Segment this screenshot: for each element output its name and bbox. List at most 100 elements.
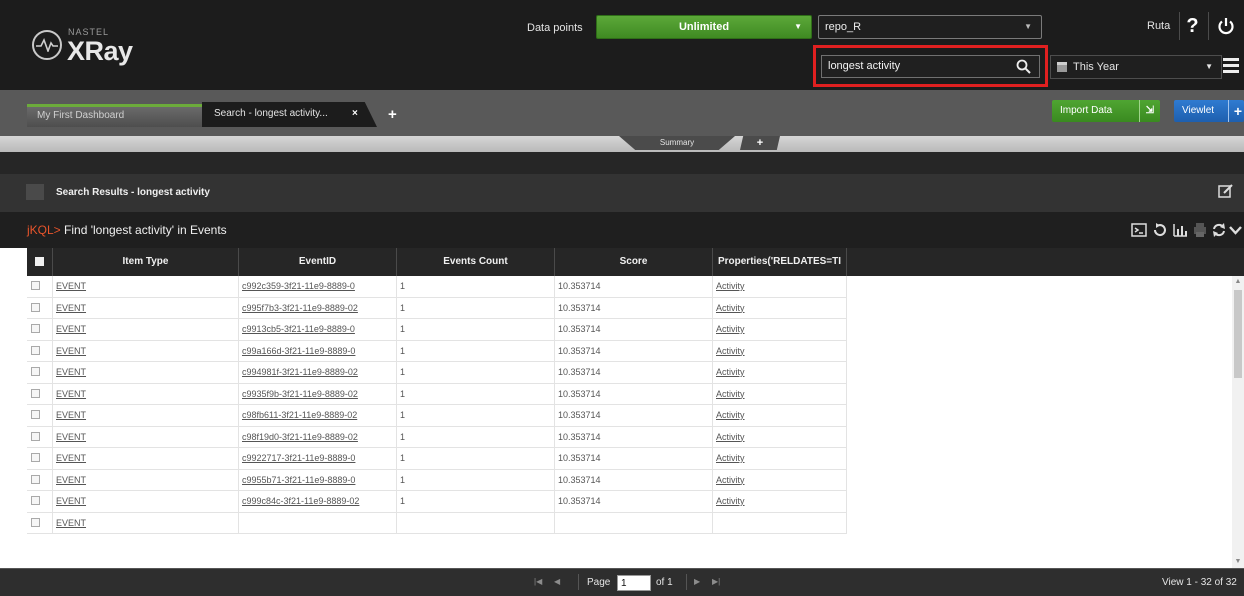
cell-event-id[interactable]: c9913cb5-3f21-11e9-8889-0 xyxy=(239,319,397,340)
search-input[interactable]: longest activity xyxy=(821,55,1040,78)
table-row[interactable]: EVENT c994981f-3f21-11e9-8889-02 1 10.35371… xyxy=(27,362,847,384)
cell-item-type[interactable]: EVENT xyxy=(53,276,239,297)
cell-properties[interactable]: Activity xyxy=(713,362,847,383)
help-button[interactable]: ? xyxy=(1179,12,1205,40)
sync-icon[interactable] xyxy=(1211,222,1227,238)
cell-item-type[interactable]: EVENT xyxy=(53,362,239,383)
cell-item-type[interactable]: EVENT xyxy=(53,383,239,405)
cell-item-type[interactable]: EVENT xyxy=(53,405,239,426)
cell-event-id[interactable]: c995f7b3-3f21-11e9-8889-02 xyxy=(239,297,397,319)
vertical-scrollbar[interactable]: ▲ ▼ xyxy=(1232,276,1244,568)
import-data-button[interactable]: Import Data ⇲ xyxy=(1052,100,1160,122)
row-checkbox[interactable] xyxy=(31,302,40,312)
table-row[interactable]: EVENT c98fb611-3f21-11e9-8889-02 1 10.35371… xyxy=(27,405,847,427)
row-checkbox[interactable] xyxy=(31,388,40,398)
cell-event-id[interactable]: c9935f9b-3f21-11e9-8889-02 xyxy=(239,383,397,405)
table-row[interactable]: EVENT c9935f9b-3f21-11e9-8889-02 1 10.35371… xyxy=(27,383,847,405)
viewlet-button[interactable]: Viewlet + xyxy=(1174,100,1244,122)
panel-handle-icon[interactable] xyxy=(26,184,44,200)
cell-properties[interactable]: Activity xyxy=(713,319,847,340)
table-row[interactable]: EVENT c995f7b3-3f21-11e9-8889-02 1 10.35371… xyxy=(27,297,847,319)
scroll-down-icon[interactable]: ▼ xyxy=(1234,558,1242,566)
cell-item-type[interactable]: EVENT xyxy=(53,469,239,491)
row-checkbox[interactable] xyxy=(31,517,40,527)
row-checkbox[interactable] xyxy=(31,410,40,419)
cell-properties[interactable] xyxy=(713,512,847,534)
cell-properties[interactable]: Activity xyxy=(713,405,847,426)
cell-event-id[interactable]: c98fb611-3f21-11e9-8889-02 xyxy=(239,405,397,426)
column-header-item-type[interactable]: Item Type xyxy=(53,248,239,276)
page-number-input[interactable] xyxy=(617,575,651,591)
column-header-score[interactable]: Score xyxy=(555,248,713,276)
table-row[interactable]: EVENT c992c359-3f21-11e9-8889-0 1 10.353714… xyxy=(27,276,847,298)
cell-item-type[interactable]: EVENT xyxy=(53,491,239,512)
print-icon[interactable] xyxy=(1192,222,1208,238)
row-checkbox[interactable] xyxy=(31,367,40,376)
row-checkbox[interactable] xyxy=(31,431,40,441)
cell-item-type[interactable]: EVENT xyxy=(53,297,239,319)
cell-properties[interactable]: Activity xyxy=(713,491,847,512)
row-checkbox[interactable] xyxy=(31,324,40,333)
chart-icon[interactable] xyxy=(1172,222,1188,238)
cell-properties[interactable]: Activity xyxy=(713,297,847,319)
search-icon[interactable] xyxy=(1016,59,1031,74)
table-row[interactable]: EVENT c9922717-3f21-11e9-8889-0 1 10.353714… xyxy=(27,448,847,470)
menu-icon[interactable] xyxy=(1223,58,1239,76)
row-checkbox[interactable] xyxy=(31,474,40,484)
summary-tab[interactable]: Summary xyxy=(619,136,735,150)
column-header-events-count[interactable]: Events Count xyxy=(397,248,555,276)
cell-properties[interactable]: Activity xyxy=(713,426,847,448)
cell-event-id[interactable]: c999c84c-3f21-11e9-8889-02 xyxy=(239,491,397,512)
add-summary-button[interactable]: + xyxy=(740,136,780,150)
table-row[interactable]: EVENT c999c84c-3f21-11e9-8889-02 1 10.35371… xyxy=(27,491,847,513)
scroll-up-icon[interactable]: ▲ xyxy=(1234,278,1242,286)
prev-page-icon[interactable]: ◀ xyxy=(554,577,560,586)
row-checkbox[interactable] xyxy=(31,496,40,505)
chevron-down-icon[interactable] xyxy=(1229,224,1242,236)
table-row[interactable]: EVENT c98f19d0-3f21-11e9-8889-02 1 10.35371… xyxy=(27,426,847,448)
cell-event-id[interactable]: c9955b71-3f21-11e9-8889-0 xyxy=(239,469,397,491)
tab-my-first-dashboard[interactable]: My First Dashboard xyxy=(27,104,202,127)
cell-event-id[interactable]: c98f19d0-3f21-11e9-8889-02 xyxy=(239,426,397,448)
cell-event-id[interactable] xyxy=(239,512,397,534)
cell-item-type[interactable]: EVENT xyxy=(53,512,239,534)
next-page-icon[interactable]: ▶ xyxy=(694,577,700,586)
last-page-icon[interactable]: ▶| xyxy=(712,577,720,586)
cell-properties[interactable]: Activity xyxy=(713,469,847,491)
date-range-select[interactable]: This Year ▼ xyxy=(1050,55,1222,79)
data-points-select[interactable]: Unlimited ▼ xyxy=(596,15,812,39)
table-row[interactable]: EVENT c9955b71-3f21-11e9-8889-0 1 10.353714… xyxy=(27,469,847,491)
cell-event-id[interactable]: c99a166d-3f21-11e9-8889-0 xyxy=(239,340,397,362)
table-row[interactable]: EVENT c9913cb5-3f21-11e9-8889-0 1 10.353714… xyxy=(27,319,847,341)
first-page-icon[interactable]: |◀ xyxy=(534,577,542,586)
row-checkbox[interactable] xyxy=(31,345,40,355)
row-checkbox[interactable] xyxy=(31,281,40,290)
column-header-properties[interactable]: Properties('RELDATES=TI xyxy=(713,248,847,276)
add-tab-button[interactable]: + xyxy=(388,106,397,123)
cell-event-id[interactable]: c9922717-3f21-11e9-8889-0 xyxy=(239,448,397,469)
user-name[interactable]: Ruta xyxy=(1147,20,1170,32)
scrollbar-thumb[interactable] xyxy=(1234,290,1242,378)
cell-event-id[interactable]: c992c359-3f21-11e9-8889-0 xyxy=(239,276,397,297)
close-icon[interactable]: × xyxy=(352,102,358,126)
cell-properties[interactable]: Activity xyxy=(713,383,847,405)
cell-item-type[interactable]: EVENT xyxy=(53,319,239,340)
refresh-icon[interactable] xyxy=(1152,222,1168,238)
terminal-icon[interactable] xyxy=(1131,222,1147,238)
tab-search-longest-activity[interactable]: Search - longest activity... × xyxy=(202,102,377,127)
cell-event-id[interactable]: c994981f-3f21-11e9-8889-02 xyxy=(239,362,397,383)
logout-button[interactable] xyxy=(1208,12,1242,40)
cell-properties[interactable]: Activity xyxy=(713,276,847,297)
cell-item-type[interactable]: EVENT xyxy=(53,448,239,469)
select-all-checkbox[interactable] xyxy=(27,248,53,276)
cell-properties[interactable]: Activity xyxy=(713,448,847,469)
jkql-query[interactable]: jKQL> Find 'longest activity' in Events xyxy=(27,223,227,237)
repository-select[interactable]: repo_R ▼ xyxy=(818,15,1042,39)
column-header-event-id[interactable]: EventID xyxy=(239,248,397,276)
cell-item-type[interactable]: EVENT xyxy=(53,340,239,362)
table-row[interactable]: EVENT c99a166d-3f21-11e9-8889-0 1 10.353714… xyxy=(27,340,847,362)
cell-properties[interactable]: Activity xyxy=(713,340,847,362)
table-row[interactable]: EVENT xyxy=(27,512,847,534)
edit-icon[interactable] xyxy=(1218,183,1234,199)
row-checkbox[interactable] xyxy=(31,453,40,462)
